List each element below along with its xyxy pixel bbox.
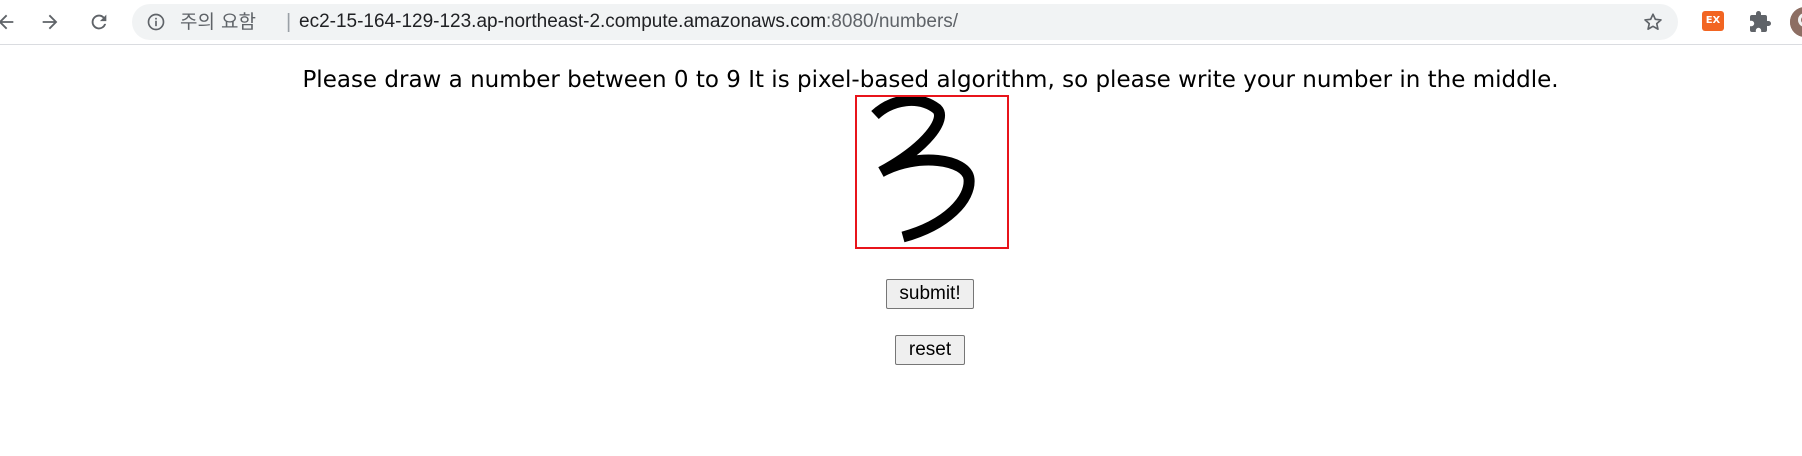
submit-button[interactable]: submit!: [886, 279, 974, 309]
info-icon[interactable]: [146, 12, 166, 32]
extension-ex-icon[interactable]: EX: [1702, 11, 1724, 31]
back-icon: [0, 14, 14, 30]
page-content: Please draw a number between 0 to 9 It i…: [0, 45, 1802, 456]
back-button[interactable]: [0, 6, 22, 38]
instructions-text: Please draw a number between 0 to 9 It i…: [302, 67, 1559, 93]
security-warning[interactable]: 주의 요함: [180, 12, 256, 32]
url-host: ec2-15-164-129-123.ap-northeast-2.comput…: [299, 11, 827, 32]
omnibox-separator: |: [286, 11, 292, 33]
forward-icon: [42, 14, 58, 30]
reload-icon: [91, 14, 107, 30]
drawn-digit-3: [871, 94, 975, 243]
url-path: :8080/numbers/: [826, 11, 959, 32]
browser-toolbar: 주의 요함 | ec2-15-164-129-123.ap-northeast-…: [0, 0, 1802, 45]
reload-button[interactable]: [83, 6, 115, 38]
url-text[interactable]: ec2-15-164-129-123.ap-northeast-2.comput…: [299, 12, 958, 32]
address-bar[interactable]: 주의 요함 | ec2-15-164-129-123.ap-northeast-…: [132, 4, 1678, 40]
star-icon[interactable]: [1642, 11, 1664, 33]
avatar[interactable]: [1790, 7, 1802, 37]
reset-button[interactable]: reset: [895, 335, 965, 365]
drawing-canvas[interactable]: [855, 94, 1009, 249]
avatar-icon: [1790, 7, 1802, 37]
puzzle-icon[interactable]: [1748, 10, 1772, 34]
forward-button[interactable]: [34, 6, 66, 38]
